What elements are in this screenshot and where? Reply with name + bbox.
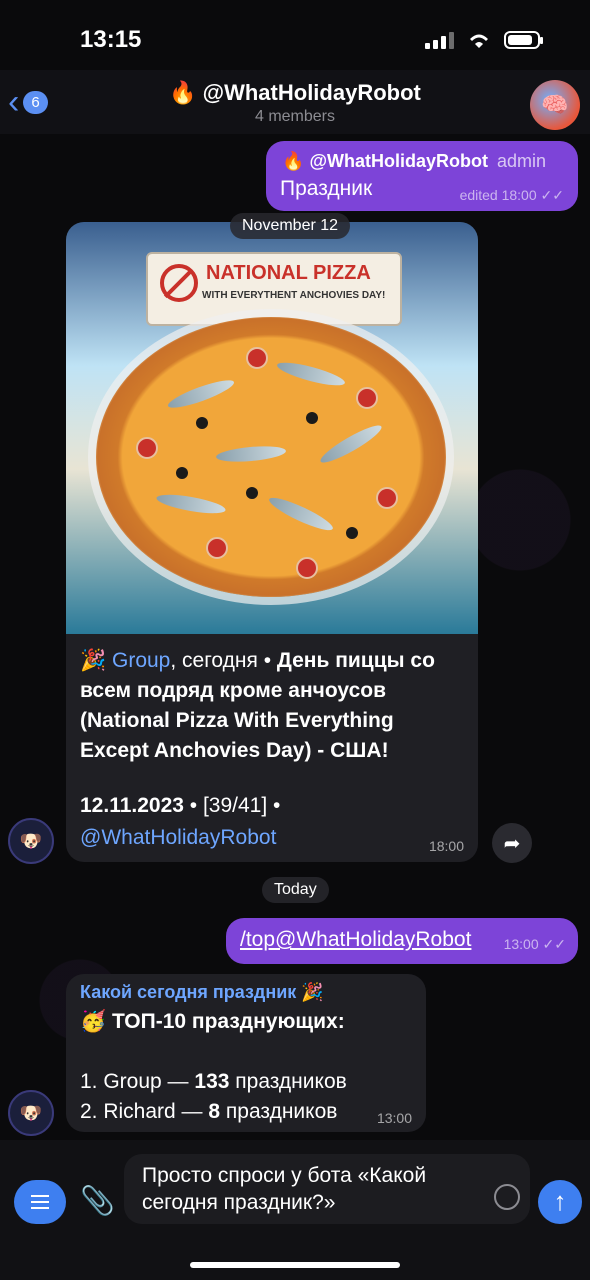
- message-meta: edited 18:00 ✓✓: [459, 187, 564, 203]
- top-title: 🥳 ТОП-10 празднующих:: [80, 1010, 345, 1033]
- paperclip-icon[interactable]: 📎: [80, 1184, 115, 1217]
- top-time: 13:00: [376, 1110, 412, 1126]
- image-banner: NATIONAL PIZZA WITH EVERYTHENT ANCHOVIES…: [146, 252, 402, 326]
- post-bubble[interactable]: NATIONAL PIZZA WITH EVERYTHENT ANCHOVIES…: [66, 222, 478, 862]
- command-time: 13:00 ✓✓: [503, 936, 566, 952]
- share-button[interactable]: ➦: [492, 823, 532, 863]
- bot-avatar[interactable]: 🐶: [8, 1090, 54, 1136]
- chat-avatar[interactable]: 🧠: [530, 80, 580, 130]
- bot-avatar[interactable]: 🐶: [8, 818, 54, 864]
- top-bubble[interactable]: Какой сегодня праздник 🎉 🥳 ТОП-10 праздн…: [66, 974, 426, 1132]
- send-button[interactable]: ↑: [538, 1180, 582, 1224]
- home-indicator: [190, 1262, 400, 1268]
- bot-menu-button[interactable]: [14, 1180, 66, 1224]
- fire-icon: 🔥: [282, 151, 305, 171]
- group-link[interactable]: Group: [112, 649, 170, 672]
- post-lead: , сегодня •: [170, 649, 277, 672]
- admin-tag: admin: [497, 151, 547, 171]
- date-pill: November 12: [230, 213, 351, 239]
- chat-subtitle: 4 members: [254, 108, 336, 125]
- status-bar: 13:15: [0, 0, 590, 78]
- post-image[interactable]: NATIONAL PIZZA WITH EVERYTHENT ANCHOVIES…: [66, 222, 478, 634]
- message-text: Праздник: [280, 177, 373, 200]
- bot-header: Какой сегодня праздник 🎉: [80, 982, 324, 1002]
- post-text: 🎉 Group, сегодня • День пиццы со всем по…: [80, 646, 464, 766]
- sender-name: @WhatHolidayRobot: [309, 151, 488, 171]
- top-row-2: 2. Richard — 8 праздников: [80, 1100, 338, 1123]
- battery-icon: [504, 31, 543, 49]
- input-text: Просто спроси у бота «Какой сегодня праз…: [142, 1164, 427, 1214]
- composer-bar: 📎 Просто спроси у бота «Какой сегодня пр…: [0, 1140, 590, 1280]
- party-icon: 🎉: [80, 649, 107, 672]
- message-bubble[interactable]: 🔥 @WhatHolidayRobot admin Праздник edite…: [266, 141, 578, 211]
- banner-subtitle: WITH EVERYTHENT ANCHOVIES DAY!: [202, 290, 386, 301]
- emoji-icon[interactable]: [494, 1184, 520, 1210]
- status-icons: [425, 30, 543, 50]
- signal-icon: [425, 31, 454, 49]
- message-input[interactable]: Просто спроси у бота «Какой сегодня праз…: [124, 1154, 530, 1224]
- command-link[interactable]: /top@WhatHolidayRobot: [240, 928, 471, 952]
- post-date-line: 12.11.2023 • [39/41] •: [80, 794, 281, 817]
- command-bubble[interactable]: /top@WhatHolidayRobot 13:00 ✓✓: [226, 918, 578, 964]
- chat-title[interactable]: 🔥 @WhatHolidayRobot: [0, 80, 590, 106]
- message-sender: 🔥 @WhatHolidayRobot admin: [282, 151, 546, 172]
- banner-title: NATIONAL PIZZA: [206, 262, 371, 284]
- chat-header: ‹ 6 🔥 @WhatHolidayRobot 4 members 🧠: [0, 70, 590, 134]
- status-time: 13:15: [80, 26, 142, 53]
- top-row-1: 1. Group — 133 праздников: [80, 1070, 347, 1093]
- wifi-icon: [470, 34, 488, 48]
- post-time: 18:00: [428, 838, 464, 854]
- no-sign-icon: [160, 264, 198, 302]
- bot-mention-link[interactable]: @WhatHolidayRobot: [80, 826, 276, 850]
- today-pill: Today: [262, 877, 329, 903]
- pizza-illustration: [96, 317, 446, 597]
- double-check-icon: ✓✓: [540, 187, 564, 203]
